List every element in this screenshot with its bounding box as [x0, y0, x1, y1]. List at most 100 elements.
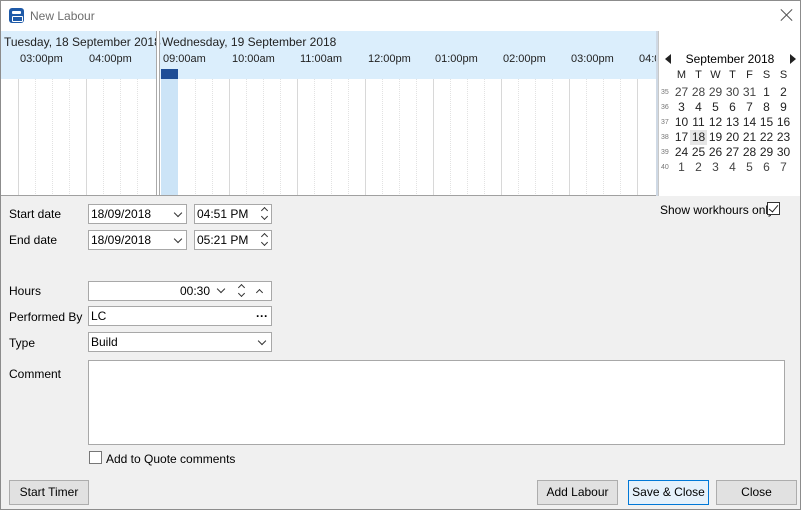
- calendar-day[interactable]: 6: [724, 100, 741, 115]
- calendar-day[interactable]: 13: [724, 115, 741, 130]
- calendar-day[interactable]: 4: [724, 160, 741, 175]
- grid-line: [569, 79, 570, 195]
- calendar-weekday-header: S: [762, 69, 771, 81]
- chevron-down-icon[interactable]: [218, 286, 226, 294]
- calendar-day[interactable]: 9: [775, 100, 792, 115]
- close-button[interactable]: Close: [716, 480, 797, 505]
- grid-line: [484, 79, 485, 195]
- calendar-day[interactable]: 19: [707, 130, 724, 145]
- end-time-picker[interactable]: 05:21 PM: [194, 230, 272, 250]
- calendar-day[interactable]: 15: [758, 115, 775, 130]
- start-timer-button[interactable]: Start Timer: [9, 480, 89, 505]
- add-to-quote-checkbox[interactable]: [89, 451, 102, 464]
- time-slot-label: 11:00am: [300, 53, 342, 65]
- grid-line: [35, 79, 36, 195]
- performed-by-value: LC: [91, 309, 107, 323]
- time-slot-label: 12:00pm: [368, 53, 411, 65]
- day-header-tuesday: Tuesday, 18 September 2018: [4, 35, 161, 49]
- calendar-day[interactable]: 28: [741, 145, 758, 160]
- calendar-day[interactable]: 14: [741, 115, 758, 130]
- grid-line: [620, 79, 621, 195]
- calendar-day[interactable]: 1: [758, 85, 775, 100]
- calendar-day[interactable]: 29: [758, 145, 775, 160]
- hours-input[interactable]: 00:30: [88, 281, 272, 301]
- calendar-day[interactable]: 28: [690, 85, 707, 100]
- end-time-value: 05:21 PM: [197, 233, 249, 247]
- add-labour-button[interactable]: Add Labour: [537, 480, 618, 505]
- save-close-button[interactable]: Save & Close: [628, 480, 709, 505]
- calendar-day[interactable]: 11: [690, 115, 707, 130]
- grid-line: [246, 79, 247, 195]
- calendar-day[interactable]: 2: [690, 160, 707, 175]
- chevron-down-icon[interactable]: [175, 210, 183, 218]
- grid-line: [331, 79, 332, 195]
- start-date-label: Start date: [9, 207, 62, 221]
- calendar-day[interactable]: 27: [724, 145, 741, 160]
- scheduler-grid[interactable]: [1, 79, 656, 195]
- calendar-day[interactable]: 7: [775, 160, 792, 175]
- grid-line: [416, 79, 417, 195]
- grid-line: [314, 79, 315, 195]
- chevron-up-icon[interactable]: [256, 288, 264, 296]
- calendar-week-number: 39: [661, 149, 669, 156]
- day-scheduler[interactable]: Tuesday, 18 September 2018 Wednesday, 19…: [1, 31, 656, 196]
- calendar-day[interactable]: 20: [724, 130, 741, 145]
- calendar-day[interactable]: 8: [758, 100, 775, 115]
- calendar-week-number: 40: [661, 164, 669, 171]
- start-date-picker[interactable]: 18/09/2018: [88, 204, 187, 224]
- calendar-weekday-header: F: [746, 69, 753, 81]
- time-slot-label: 04:0: [639, 53, 656, 65]
- performed-by-input[interactable]: LC ···: [88, 306, 272, 326]
- calendar-day[interactable]: 6: [758, 160, 775, 175]
- grid-line: [399, 79, 400, 195]
- chevron-down-icon[interactable]: [175, 236, 183, 244]
- calendar-day[interactable]: 2: [775, 85, 792, 100]
- grid-line: [137, 79, 138, 195]
- type-select[interactable]: Build: [88, 332, 272, 352]
- calendar-day[interactable]: 3: [707, 160, 724, 175]
- month-calendar[interactable]: September 2018 M T W T F S S 35 27 28 29 30 31 1 2 36 3 4…: [658, 31, 800, 196]
- title-bar: New Labour: [1, 1, 800, 31]
- end-date-picker[interactable]: 18/09/2018: [88, 230, 187, 250]
- grid-line: [120, 79, 121, 195]
- calendar-day[interactable]: 31: [741, 85, 758, 100]
- show-workhours-checkbox[interactable]: [767, 202, 780, 215]
- calendar-day[interactable]: 25: [690, 145, 707, 160]
- calendar-day[interactable]: 27: [673, 85, 690, 100]
- calendar-day[interactable]: 30: [724, 85, 741, 100]
- calendar-day[interactable]: 30: [775, 145, 792, 160]
- close-window-icon[interactable]: [779, 7, 795, 23]
- calendar-day[interactable]: 18: [690, 130, 707, 145]
- calendar-day[interactable]: 12: [707, 115, 724, 130]
- calendar-week-number: 36: [661, 104, 669, 111]
- ellipsis-icon[interactable]: ···: [256, 307, 268, 325]
- comment-textarea[interactable]: [88, 360, 785, 445]
- calendar-day[interactable]: 23: [775, 130, 792, 145]
- start-time-picker[interactable]: 04:51 PM: [194, 204, 272, 224]
- time-spinner-icon[interactable]: [261, 207, 269, 221]
- calendar-day[interactable]: 24: [673, 145, 690, 160]
- calendar-day[interactable]: 16: [775, 115, 792, 130]
- hours-value: 00:30: [180, 284, 211, 298]
- calendar-day[interactable]: 26: [707, 145, 724, 160]
- comment-label: Comment: [9, 367, 62, 381]
- calendar-day[interactable]: 5: [707, 100, 724, 115]
- prev-month-icon[interactable]: [665, 54, 671, 64]
- calendar-day[interactable]: 5: [741, 160, 758, 175]
- calendar-day[interactable]: 3: [673, 100, 690, 115]
- calendar-day[interactable]: 22: [758, 130, 775, 145]
- chevron-down-icon[interactable]: [259, 338, 267, 346]
- calendar-day[interactable]: 17: [673, 130, 690, 145]
- labour-appointment-block[interactable]: [161, 69, 178, 79]
- calendar-day[interactable]: 4: [690, 100, 707, 115]
- next-month-icon[interactable]: [790, 54, 796, 64]
- calendar-day[interactable]: 10: [673, 115, 690, 130]
- hours-spinner-icon[interactable]: [238, 284, 246, 298]
- calendar-day[interactable]: 29: [707, 85, 724, 100]
- time-spinner-icon[interactable]: [261, 233, 269, 247]
- calendar-day[interactable]: 21: [741, 130, 758, 145]
- selected-time-column[interactable]: [161, 69, 178, 195]
- type-label: Type: [9, 336, 36, 350]
- calendar-day[interactable]: 1: [673, 160, 690, 175]
- calendar-day[interactable]: 7: [741, 100, 758, 115]
